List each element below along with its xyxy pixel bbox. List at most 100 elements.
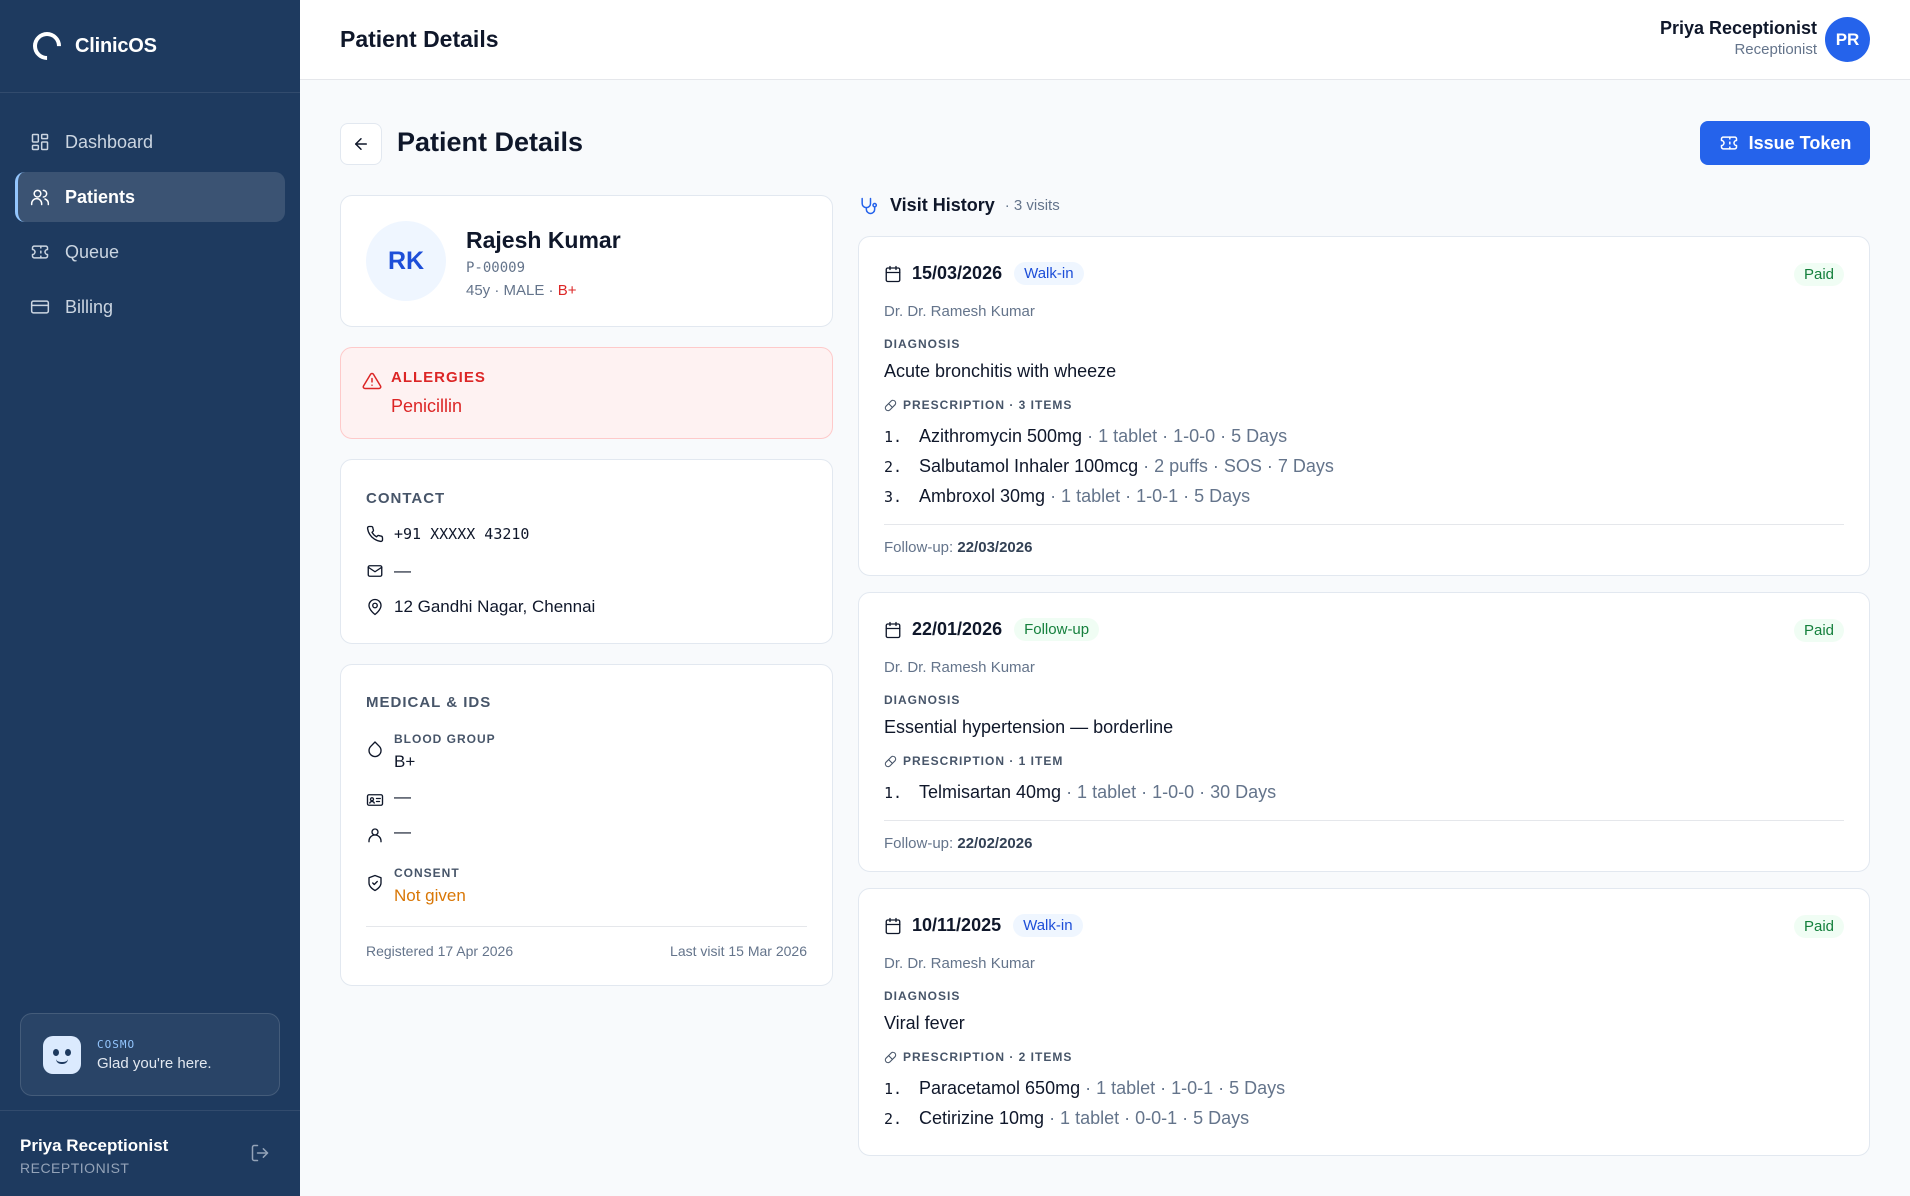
map-pin-icon [368, 598, 382, 616]
brand[interactable]: ClinicOS [0, 0, 300, 93]
contact-card: CONTACT +91 XXXXX 43210 — 12 Gandhi Naga… [340, 459, 833, 644]
prescription-item: 1. Telmisartan 40mg · 1 tablet · 1-0-0 ·… [884, 782, 1276, 812]
calendar-icon [885, 917, 901, 934]
diagnosis-label: DIAGNOSIS [884, 337, 961, 351]
shield-check-icon [368, 874, 382, 892]
rx-detail: · 2 puffs · SOS · 7 Days [1143, 456, 1334, 476]
patient-summary-card: RK Rajesh Kumar P-00009 45y · MALE · B+ [340, 195, 833, 327]
divider [366, 926, 807, 927]
sidebar-item-patients[interactable]: Patients [15, 172, 285, 222]
contact-label: CONTACT [366, 490, 446, 507]
rx-detail: · 1 tablet · 1-0-0 · 30 Days [1066, 782, 1277, 802]
visit-count: · 3 visits [1004, 197, 1060, 214]
prescription-list: 1. Azithromycin 500mg · 1 tablet · 1-0-0… [884, 426, 1334, 516]
prescription-label: PRESCRIPTION · 3 ITEMS [903, 398, 1073, 412]
last-visit-date: Last visit 15 Mar 2026 [670, 943, 807, 959]
visit-date-row: 15/03/2026 Walk-in [884, 262, 1084, 285]
visit-card[interactable]: 15/03/2026 Walk-in Paid Dr. Dr. Ramesh K… [858, 236, 1870, 576]
rx-name: Paracetamol 650mg [919, 1078, 1081, 1098]
patient-id: P-00009 [466, 260, 526, 276]
visit-date-row: 10/11/2025 Walk-in [884, 914, 1083, 937]
users-icon [30, 189, 50, 206]
mail-icon [367, 565, 383, 577]
rx-detail: · 1 tablet · 1-0-0 · 5 Days [1087, 426, 1288, 446]
visit-history-title: Visit History [890, 195, 995, 215]
rx-number: 1. [884, 428, 903, 446]
sidebar-item-label: Dashboard [65, 131, 154, 152]
rx-name: Azithromycin 500mg [919, 426, 1083, 446]
blood-group-value: B+ [394, 752, 416, 771]
visit-type-badge: Walk-in [1013, 914, 1083, 937]
logout-icon[interactable] [250, 1143, 270, 1163]
visit-date: 10/11/2025 [912, 915, 1002, 935]
calendar-icon [885, 265, 901, 282]
calendar-icon [885, 621, 901, 638]
prescription-label: PRESCRIPTION · 1 ITEM [903, 754, 1064, 768]
patient-age-gender: 45y · MALE · [466, 282, 558, 299]
page-title: Patient Details [397, 127, 584, 157]
visit-card[interactable]: 22/01/2026 Follow-up Paid Dr. Dr. Ramesh… [858, 592, 1870, 872]
followup-label: Follow-up: [884, 835, 954, 852]
ticket-icon [1720, 136, 1737, 150]
payment-status-badge: Paid [1793, 619, 1844, 642]
visit-doctor: Dr. Dr. Ramesh Kumar [884, 303, 1035, 320]
rx-name: Telmisartan 40mg [919, 782, 1062, 802]
prescription-item: 1. Azithromycin 500mg · 1 tablet · 1-0-0… [884, 426, 1334, 456]
visit-date: 22/01/2026 [912, 619, 1003, 639]
diagnosis-value: Essential hypertension — borderline [884, 717, 1174, 737]
avatar[interactable]: PR [1825, 17, 1870, 62]
sidebar-item-queue[interactable]: Queue [15, 227, 285, 277]
visit-history-header: Visit History · 3 visits [858, 195, 1060, 216]
sidebar-item-label: Patients [65, 186, 136, 207]
prescription-list: 1. Paracetamol 650mg · 1 tablet · 1-0-1 … [884, 1078, 1285, 1138]
visit-card[interactable]: 10/11/2025 Walk-in Paid Dr. Dr. Ramesh K… [858, 888, 1870, 1156]
blood-group-block: BLOOD GROUP B+ [394, 732, 496, 772]
rx-number: 1. [884, 1080, 903, 1098]
pill-icon [884, 1051, 897, 1063]
followup-label: Follow-up: [884, 539, 954, 556]
topbar-user-role: Receptionist [1734, 41, 1817, 58]
arrow-left-icon [355, 138, 367, 150]
prescription-item: 2. Salbutamol Inhaler 100mcg · 2 puffs ·… [884, 456, 1334, 486]
followup-row: Follow-up: 22/03/2026 [884, 539, 1032, 556]
visit-doctor: Dr. Dr. Ramesh Kumar [884, 955, 1035, 972]
diagnosis-label: DIAGNOSIS [884, 693, 961, 707]
rx-detail: · 1 tablet · 0-0-1 · 5 Days [1049, 1108, 1250, 1128]
sidebar-item-billing[interactable]: Billing [15, 282, 285, 332]
prescription-header: PRESCRIPTION · 1 ITEM [884, 754, 1063, 768]
visit-date: 15/03/2026 [912, 263, 1003, 283]
rx-name: Ambroxol 30mg [919, 486, 1046, 506]
issue-token-button[interactable]: Issue Token [1700, 121, 1870, 165]
prescription-list: 1. Telmisartan 40mg · 1 tablet · 1-0-0 ·… [884, 782, 1276, 812]
back-button[interactable] [340, 123, 382, 165]
rx-detail: · 1 tablet · 1-0-1 · 5 Days [1085, 1078, 1286, 1098]
robot-face-icon [43, 1035, 81, 1074]
sidebar-item-dashboard[interactable]: Dashboard [15, 117, 285, 167]
phone-icon [366, 525, 384, 543]
medical-label: MEDICAL & IDS [366, 694, 492, 711]
sidebar-item-label: Queue [65, 241, 120, 262]
contact-phone: +91 XXXXX 43210 [394, 525, 530, 543]
allergies-label: ALLERGIES [391, 369, 486, 386]
guardian-value: — [394, 822, 411, 841]
droplet-icon [368, 741, 382, 758]
alert-triangle-icon [362, 372, 382, 390]
consent-block: CONSENT Not given [394, 866, 466, 906]
topbar-user[interactable]: Priya Receptionist Receptionist [1660, 18, 1817, 58]
topbar-user-name: Priya Receptionist [1659, 18, 1817, 38]
issue-token-label: Issue Token [1748, 132, 1852, 153]
prescription-item: 2. Cetirizine 10mg · 1 tablet · 0-0-1 · … [884, 1108, 1285, 1138]
allergies-value: Penicillin [391, 396, 463, 416]
divider [884, 820, 1844, 821]
topbar: Patient Details Priya Receptionist Recep… [300, 0, 1910, 80]
consent-value: Not given [394, 886, 466, 905]
contact-address: 12 Gandhi Nagar, Chennai [394, 597, 596, 616]
visit-doctor: Dr. Dr. Ramesh Kumar [884, 659, 1035, 676]
allergies-card: ALLERGIES Penicillin [340, 347, 833, 439]
contact-email-row: — [366, 561, 411, 581]
diagnosis-value: Viral fever [884, 1013, 965, 1033]
contact-phone-row[interactable]: +91 XXXXX 43210 [366, 525, 529, 543]
assistant-widget[interactable]: COSMO Glad you're here. [20, 1013, 280, 1096]
sidebar: ClinicOS Dashboard Patients Queue Billin… [0, 0, 300, 1196]
visit-date-row: 22/01/2026 Follow-up [884, 618, 1100, 641]
